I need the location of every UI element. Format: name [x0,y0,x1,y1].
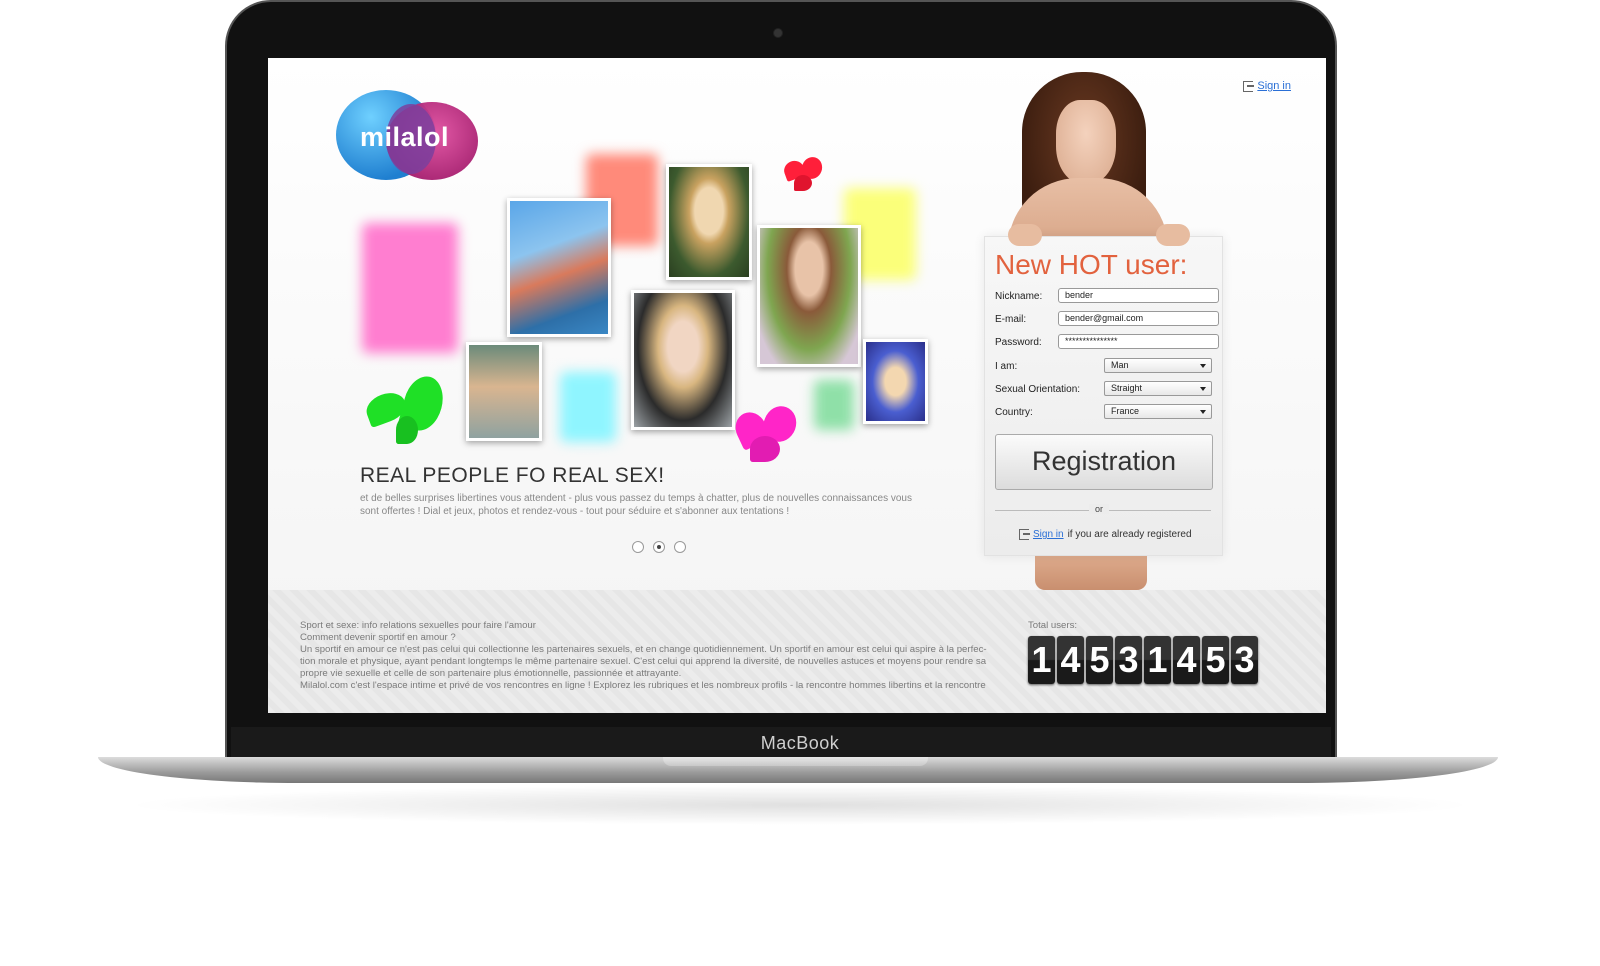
counter-digit: 5 [1202,636,1229,684]
country-select[interactable]: France [1104,404,1212,419]
signin-suffix: if you are already registered [1067,529,1192,540]
chevron-down-icon [1200,387,1206,391]
email-label: E-mail: [995,314,1027,325]
photo-image [469,345,539,438]
photo-image [510,201,608,334]
password-input[interactable]: *************** [1058,334,1219,349]
total-users-counter: 1 4 5 3 1 4 5 3 [1028,636,1258,684]
orientation-value: Straight [1111,383,1143,393]
camera-icon [773,28,783,38]
counter-digit: 5 [1086,636,1113,684]
footer: Sport et sexe: info relations sexuelles … [268,590,1326,713]
pink-butterfly-icon [730,401,802,464]
signin-icon [1243,80,1255,92]
hero-subtext: et de belles surprises libertines vous a… [360,493,912,517]
footer-line: Un sportif en amour ce n'est pas celui q… [300,644,987,655]
nickname-input[interactable]: bender [1058,288,1219,303]
counter-digit: 3 [1115,636,1142,684]
photo-image [866,342,925,421]
counter-digit: 1 [1028,636,1055,684]
signin-top-label[interactable]: Sign in [1257,80,1291,92]
footer-line: Milalol.com c'est l'espace intime et pri… [300,680,986,691]
counter-digit: 4 [1057,636,1084,684]
hero-headline: REAL PEOPLE FO REAL SEX! [360,464,665,487]
registration-title: New HOT user: [995,249,1188,280]
decor-green-square [814,380,854,430]
site-logo[interactable]: milalol [336,90,478,180]
signin-icon [1019,529,1030,540]
slider-dots [632,541,686,553]
signin-link[interactable]: Sign in [1033,529,1064,540]
registration-form: New HOT user: Nickname: bender E-mail: b… [984,236,1223,556]
photo-image [634,293,732,427]
profile-photo[interactable] [507,198,611,337]
laptop-shadow [120,785,1480,825]
chevron-down-icon [1200,364,1206,368]
profile-photo[interactable] [466,342,542,441]
slider-dot-active[interactable] [653,541,665,553]
footer-line: propre vie sexuelle et celle de son part… [300,668,682,679]
counter-digit: 3 [1231,636,1258,684]
photo-image [669,167,749,277]
profile-photo[interactable] [666,164,752,280]
footer-text: Sport et sexe: info relations sexuelles … [300,620,1000,692]
total-users-label: Total users: [1028,620,1078,631]
profile-photo[interactable] [757,225,861,367]
iam-label: I am: [995,361,1018,372]
country-value: France [1111,406,1140,416]
footer-line: tion morale et physique, ayant pendant l… [300,656,987,667]
model-face [1056,100,1116,184]
photo-image [760,228,858,364]
password-label: Password: [995,337,1042,348]
laptop-notch [663,757,928,766]
decor-pink-square [362,223,458,353]
counter-digit: 1 [1144,636,1171,684]
footer-line: Sport et sexe: info relations sexuelles … [300,620,536,631]
counter-digit: 4 [1173,636,1200,684]
logo-text: milalol [360,122,450,152]
iam-value: Man [1111,360,1129,370]
email-input[interactable]: bender@gmail.com [1058,311,1219,326]
chevron-down-icon [1200,410,1206,414]
signin-top-link[interactable]: Sign in [1243,80,1291,92]
orientation-label: Sexual Orientation: [995,384,1081,395]
footer-line: Comment devenir sportif en amour ? [300,632,456,643]
website-screen: Sign in milalol REAL PEOPLE FO REAL SEX!… [268,58,1326,713]
slider-dot[interactable] [632,541,644,553]
iam-select[interactable]: Man [1104,358,1212,373]
orientation-select[interactable]: Straight [1104,381,1212,396]
signin-prompt: Sign in if you are already registered [1019,529,1192,540]
nickname-label: Nickname: [995,291,1043,302]
red-butterfly-icon [781,154,826,193]
country-label: Country: [995,407,1033,418]
slider-dot[interactable] [674,541,686,553]
or-label: or [1089,504,1110,514]
model-hand-left [1008,224,1042,246]
profile-photo[interactable] [863,339,928,424]
decor-cyan-square [560,372,616,442]
laptop-brand-label: MacBook [760,733,840,753]
model-hand-right [1156,224,1190,246]
green-butterfly-icon [362,372,449,446]
profile-photo[interactable] [631,290,735,430]
registration-button[interactable]: Registration [995,434,1213,490]
